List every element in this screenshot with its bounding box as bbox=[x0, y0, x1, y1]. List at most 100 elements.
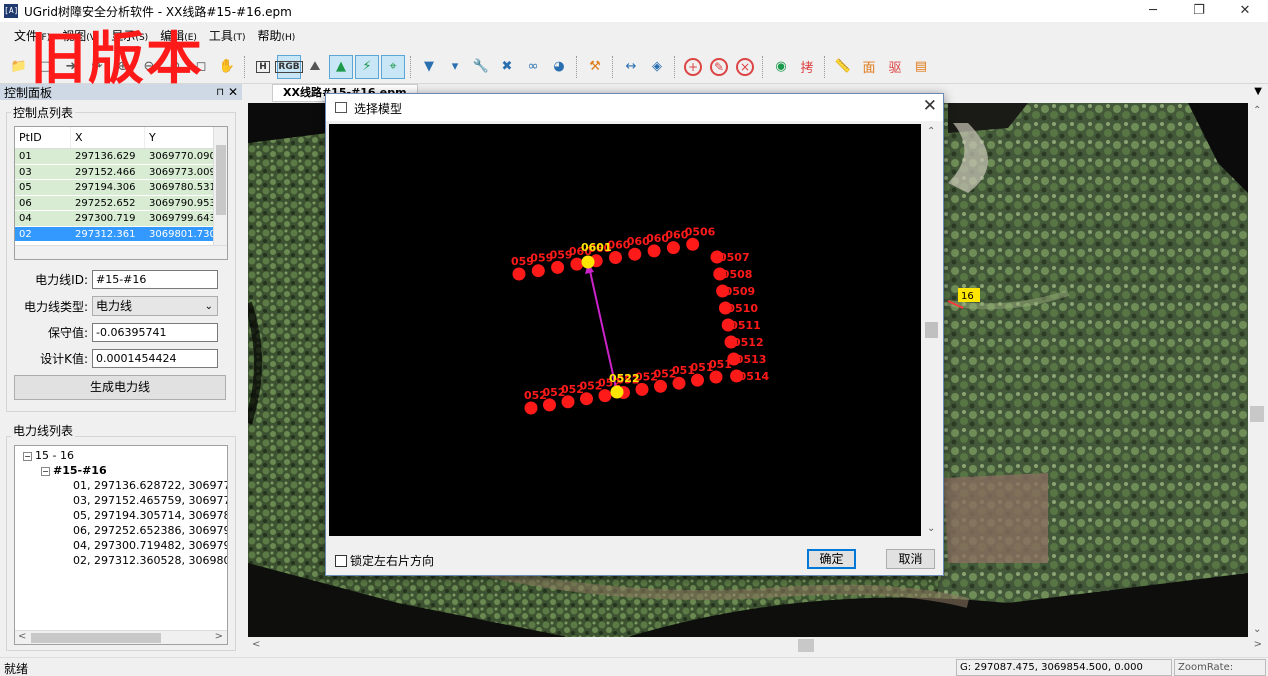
tab-dropdown-icon[interactable]: ▼ bbox=[1254, 86, 1262, 97]
ruler-icon[interactable]: 📏 bbox=[831, 55, 855, 79]
model-point[interactable] bbox=[512, 267, 526, 281]
table-row[interactable]: 04 297300.719 3069799.643 bbox=[15, 211, 227, 227]
clamp-icon[interactable]: ▾ bbox=[443, 55, 467, 79]
compass-icon[interactable]: ◕ bbox=[547, 55, 571, 79]
panel-close-icon[interactable]: ✕ bbox=[228, 85, 238, 99]
lightning-icon[interactable]: ⚡ bbox=[355, 54, 379, 79]
collapse-icon: − bbox=[23, 451, 32, 461]
model-point[interactable] bbox=[551, 260, 565, 274]
tree-leaf[interactable]: 06, 297252.652386, 3069790.953 bbox=[73, 524, 227, 537]
table-row-selected[interactable]: 02 297312.361 3069801.730 bbox=[15, 226, 227, 242]
generate-line-button[interactable]: 生成电力线 bbox=[14, 375, 226, 400]
tree-child[interactable]: − #15-#16 bbox=[41, 464, 107, 477]
keep-value-input[interactable]: -0.06395741 bbox=[92, 323, 218, 342]
table-vertical-scrollbar[interactable] bbox=[213, 127, 227, 247]
model-point[interactable] bbox=[570, 257, 584, 271]
column-ptid[interactable]: PtID bbox=[15, 127, 71, 148]
lock-direction-row[interactable]: 锁定左右片方向 bbox=[335, 552, 434, 569]
model-point[interactable] bbox=[654, 379, 667, 393]
table-row[interactable]: 03 297152.466 3069773.009 bbox=[15, 164, 227, 180]
rgb-mode-button[interactable]: RGB bbox=[275, 54, 303, 79]
column-y[interactable]: Y bbox=[145, 127, 215, 148]
highlighted-point-top[interactable] bbox=[581, 255, 595, 269]
crosshair-icon[interactable]: ⌖ bbox=[381, 54, 405, 79]
design-k-input[interactable]: 0.0001454424 bbox=[92, 349, 218, 368]
tree-horizontal-scrollbar[interactable]: < > bbox=[15, 630, 227, 644]
status-ready: 就绪 bbox=[4, 662, 29, 676]
area-text-button[interactable]: 面 bbox=[857, 55, 881, 79]
table-row[interactable]: 05 297194.306 3069780.531 bbox=[15, 180, 227, 196]
highlighted-point-bottom[interactable] bbox=[610, 385, 624, 399]
model-point[interactable] bbox=[647, 244, 661, 258]
model-point[interactable] bbox=[531, 264, 545, 278]
control-points-table[interactable]: PtID X Y 01 297136.629 3069770.090 03 29… bbox=[14, 126, 228, 260]
power-line-tree[interactable]: −15 - 16 − #15-#16 01, 297136.628722, 306… bbox=[14, 445, 228, 645]
drive-text-button[interactable]: 驱 bbox=[883, 55, 907, 79]
tree-leaf[interactable]: 05, 297194.305714, 3069780.531 bbox=[73, 509, 227, 522]
tower-icon[interactable]: ▲ bbox=[329, 54, 353, 79]
add-circle-icon[interactable]: + bbox=[681, 55, 705, 79]
lock-direction-label: 锁定左右片方向 bbox=[350, 554, 435, 568]
line-type-select[interactable]: 电力线 ⌄ bbox=[92, 296, 218, 316]
minimize-button[interactable]: ─ bbox=[1130, 0, 1176, 22]
close-window-button[interactable]: ✕ bbox=[1222, 0, 1268, 22]
pin-icon[interactable]: ⊓ bbox=[216, 87, 224, 98]
title-bar: [A] UGrid树障安全分析软件 - XX线路#15-#16.epm ─ ❐ … bbox=[0, 0, 1268, 22]
menu-tools[interactable]: 工具(T) bbox=[209, 27, 246, 44]
delete-circle-icon[interactable]: × bbox=[733, 55, 757, 79]
tree-leaf[interactable]: 04, 297300.719482, 3069799.643 bbox=[73, 539, 227, 552]
model-point[interactable] bbox=[524, 401, 538, 415]
lock-direction-checkbox[interactable] bbox=[335, 554, 347, 567]
maximize-button[interactable]: ❐ bbox=[1176, 0, 1222, 22]
model-point[interactable] bbox=[561, 395, 575, 409]
link-icon[interactable]: ∞ bbox=[521, 55, 545, 79]
wrench-icon[interactable]: 🔧 bbox=[469, 55, 493, 79]
lines-group-label: 电力线列表 bbox=[11, 422, 76, 439]
pan-hand-icon[interactable]: ✋ bbox=[215, 55, 239, 79]
select-model-dialog: 选择模型 ✕ 059 059 059 060 060 060 060 060 060 0506 05… bbox=[325, 93, 944, 576]
image-mode-icon[interactable]: ⛰ bbox=[303, 55, 327, 79]
line-id-input[interactable]: #15-#16 bbox=[92, 270, 218, 289]
model-point[interactable] bbox=[598, 389, 612, 403]
old-version-watermark: 旧版本 bbox=[30, 26, 204, 92]
model-preview-canvas[interactable]: 059 059 059 060 060 060 060 060 060 0506 0507 0508 0… bbox=[329, 124, 921, 536]
table-row[interactable]: 06 297252.652 3069790.953 bbox=[15, 195, 227, 211]
model-point[interactable] bbox=[543, 398, 556, 412]
points-group-label: 控制点列表 bbox=[11, 104, 76, 121]
map-horizontal-scrollbar[interactable]: < > bbox=[248, 637, 1266, 654]
report-chart-icon[interactable]: ▤ bbox=[909, 55, 933, 79]
table-row[interactable]: 01 297136.629 3069770.090 bbox=[15, 149, 227, 165]
dialog-vertical-scrollbar[interactable]: ⌃ ⌄ bbox=[923, 124, 940, 536]
tree-leaf[interactable]: 02, 297312.360528, 3069801.730 bbox=[73, 554, 227, 567]
model-point[interactable] bbox=[709, 370, 723, 384]
measure-wrench-icon[interactable]: ✖ bbox=[495, 55, 519, 79]
tree-root[interactable]: −15 - 16 bbox=[23, 449, 74, 462]
tree-leaf[interactable]: 01, 297136.628722, 3069770.090 bbox=[73, 479, 227, 492]
model-point-graph[interactable]: 0590590590600600600600600600506050705080… bbox=[329, 124, 921, 536]
table-horizontal-scrollbar[interactable] bbox=[15, 245, 227, 259]
copy-text-button[interactable]: 拷 bbox=[795, 55, 819, 79]
model-point[interactable] bbox=[580, 392, 593, 406]
gavel-icon[interactable]: ⚒ bbox=[583, 55, 607, 79]
insulator-icon[interactable]: ▼ bbox=[417, 55, 441, 79]
tree-leaf[interactable]: 03, 297152.465759, 3069773.009 bbox=[73, 494, 227, 507]
menu-help[interactable]: 帮助(H) bbox=[257, 27, 295, 44]
layers-icon[interactable]: ◈ bbox=[645, 55, 669, 79]
ok-button[interactable]: 确定 bbox=[807, 549, 856, 569]
control-panel: 控制点列表 PtID X Y 01 297136.629 3069770.090… bbox=[0, 100, 242, 656]
horizontal-measure-icon[interactable]: ↔ bbox=[619, 55, 643, 79]
height-mode-button[interactable]: H bbox=[251, 55, 275, 79]
model-point[interactable] bbox=[628, 247, 642, 261]
model-point[interactable] bbox=[691, 373, 704, 387]
eye-icon[interactable]: ◉ bbox=[769, 55, 793, 79]
edit-circle-icon[interactable]: ✎ bbox=[707, 55, 731, 79]
cancel-button[interactable]: 取消 bbox=[886, 549, 935, 569]
dialog-window-icon bbox=[335, 102, 347, 113]
model-point[interactable] bbox=[686, 237, 700, 251]
open-folder-icon[interactable]: 📁 bbox=[7, 55, 31, 79]
column-x[interactable]: X bbox=[71, 127, 145, 148]
model-point[interactable] bbox=[672, 376, 686, 390]
dialog-close-button[interactable]: ✕ bbox=[923, 96, 937, 116]
map-vertical-scrollbar[interactable]: ⌃ ⌄ bbox=[1248, 103, 1266, 637]
model-point[interactable] bbox=[666, 241, 680, 255]
